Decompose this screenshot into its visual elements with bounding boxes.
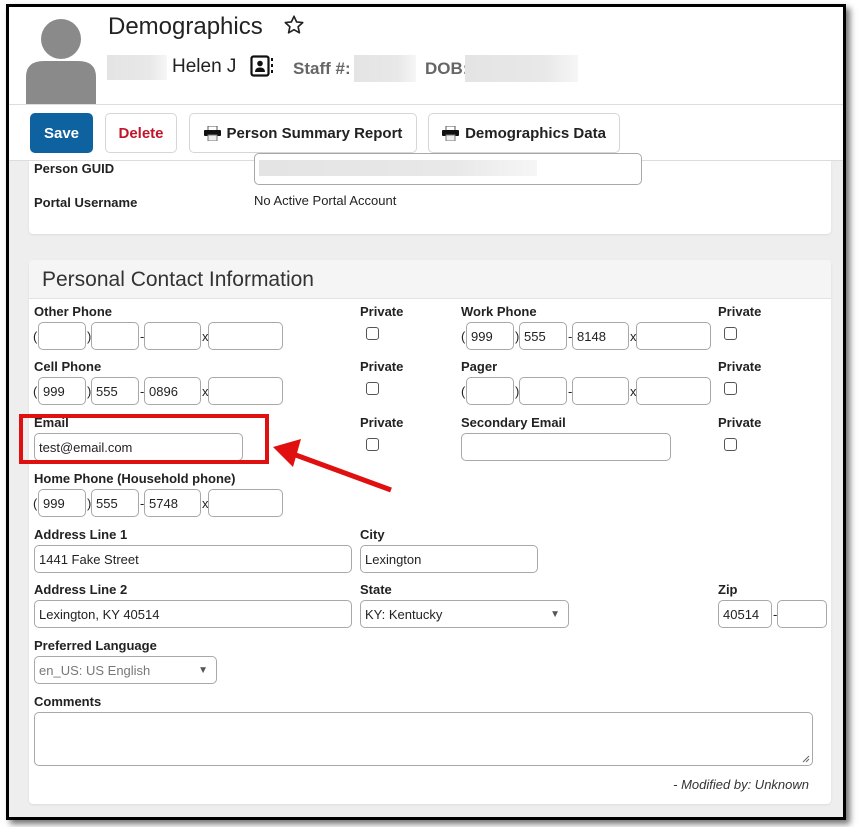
dob-label: DOB: — [425, 59, 469, 78]
home-phone-label: Home Phone (Household phone) — [34, 471, 236, 486]
address-line-2-input[interactable]: Lexington, KY 40514 — [34, 600, 352, 628]
paren-open: ( — [33, 496, 38, 511]
secondary-email-label: Secondary Email — [461, 415, 566, 430]
cell-phone-private-checkbox[interactable] — [366, 382, 379, 395]
cell-phone-label: Cell Phone — [34, 359, 102, 374]
cell-phone-ext-input[interactable] — [208, 377, 283, 405]
redacted-guid — [259, 160, 537, 176]
portal-username-value: No Active Portal Account — [254, 193, 397, 208]
app-window: Demographics Helen J Staff #: DOB: Save … — [6, 4, 846, 820]
preferred-language-label: Preferred Language — [34, 638, 157, 653]
person-guid-field[interactable] — [254, 153, 642, 185]
paren-open: ( — [461, 384, 466, 399]
work-phone-line-input[interactable]: 8148 — [572, 322, 629, 350]
annotation-arrow-icon — [273, 439, 392, 493]
demographics-data-button[interactable]: Demographics Data — [428, 113, 620, 153]
pager-line-input[interactable] — [572, 377, 629, 405]
cell-phone-area-input[interactable]: 999 — [38, 377, 86, 405]
printer-icon — [442, 125, 460, 141]
address-line-2-label: Address Line 2 — [34, 582, 128, 597]
address-line-1-input[interactable]: 1441 Fake Street — [34, 545, 352, 573]
paren-open: ( — [33, 329, 38, 344]
printer-icon — [203, 125, 221, 141]
portal-username-label: Portal Username — [34, 195, 138, 210]
paren-open: ( — [33, 384, 38, 399]
caret-down-icon: ▼ — [550, 609, 560, 620]
address-line-1-label: Address Line 1 — [34, 527, 128, 542]
modified-by-text: - Modified by: Unknown — [673, 777, 809, 792]
person-summary-report-label: Person Summary Report — [226, 124, 403, 142]
caret-down-icon: ▼ — [198, 665, 208, 676]
zip-extension-input[interactable] — [777, 600, 827, 628]
other-phone-prefix-input[interactable] — [91, 322, 139, 350]
preferred-language-select[interactable]: en_US: US English ▼ — [34, 656, 217, 684]
comments-textarea[interactable] — [34, 712, 813, 766]
other-phone-area-input[interactable] — [38, 322, 86, 350]
home-phone-prefix-input[interactable]: 555 — [91, 489, 139, 517]
other-phone-line-input[interactable] — [144, 322, 201, 350]
work-phone-area-input[interactable]: 999 — [466, 322, 514, 350]
city-label: City — [360, 527, 385, 542]
work-phone-ext-input[interactable] — [636, 322, 711, 350]
other-phone-ext-input[interactable] — [208, 322, 283, 350]
pager-label: Pager — [461, 359, 498, 374]
work-phone-private-checkbox[interactable] — [724, 327, 737, 340]
person-header: Demographics Helen J Staff #: DOB: — [9, 7, 843, 105]
contact-card-icon[interactable] — [250, 55, 274, 77]
star-outline-icon[interactable] — [283, 14, 305, 36]
other-phone-private-checkbox[interactable] — [366, 327, 379, 340]
cell-phone-private-label: Private — [360, 359, 404, 374]
other-phone-label: Other Phone — [34, 304, 113, 319]
city-input[interactable]: Lexington — [360, 545, 538, 573]
personal-contact-card: Personal Contact Information Other Phone… — [29, 260, 831, 804]
page-title: Demographics — [108, 13, 263, 40]
pager-private-checkbox[interactable] — [724, 382, 737, 395]
pager-private-label: Private — [718, 359, 762, 374]
state-select[interactable]: KY: Kentucky ▼ — [360, 600, 569, 628]
person-guid-label: Person GUID — [34, 161, 115, 176]
demographics-data-label: Demographics Data — [465, 124, 606, 142]
state-label: State — [360, 582, 392, 597]
work-phone-prefix-input[interactable]: 555 — [519, 322, 567, 350]
redacted-last-name — [107, 55, 167, 80]
other-phone-private-label: Private — [360, 304, 404, 319]
redacted-staff-number — [354, 55, 416, 82]
cell-phone-line-input[interactable]: 0896 — [144, 377, 201, 405]
zip-label: Zip — [718, 582, 738, 597]
home-phone-line-input[interactable]: 5748 — [144, 489, 201, 517]
identity-card: Person GUID Portal Username No Active Po… — [29, 153, 831, 234]
person-name: Helen J — [172, 56, 237, 77]
person-summary-report-button[interactable]: Person Summary Report — [189, 113, 417, 153]
delete-button[interactable]: Delete — [105, 113, 177, 153]
cell-phone-prefix-input[interactable]: 555 — [91, 377, 139, 405]
work-phone-label: Work Phone — [461, 304, 537, 319]
state-select-value: KY: Kentucky — [365, 606, 443, 622]
email-highlight-annotation — [19, 414, 269, 464]
avatar-icon — [26, 19, 96, 104]
work-phone-private-label: Private — [718, 304, 762, 319]
secondary-email-private-label: Private — [718, 415, 762, 430]
home-phone-area-input[interactable]: 999 — [38, 489, 86, 517]
pager-ext-input[interactable] — [636, 377, 711, 405]
pager-prefix-input[interactable] — [519, 377, 567, 405]
secondary-email-input[interactable] — [461, 433, 671, 461]
staff-number-label: Staff #: — [293, 59, 351, 78]
resize-handle-icon[interactable] — [802, 755, 810, 763]
comments-label: Comments — [34, 694, 102, 709]
section-header: Personal Contact Information — [29, 260, 831, 299]
email-private-label: Private — [360, 415, 404, 430]
redacted-dob — [465, 55, 578, 82]
paren-open: ( — [461, 329, 466, 344]
preferred-language-value: en_US: US English — [39, 662, 151, 678]
pager-area-input[interactable] — [466, 377, 514, 405]
zip-input[interactable]: 40514 — [718, 600, 772, 628]
section-title: Personal Contact Information — [42, 268, 314, 291]
save-button[interactable]: Save — [30, 113, 93, 153]
secondary-email-private-checkbox[interactable] — [724, 438, 737, 451]
